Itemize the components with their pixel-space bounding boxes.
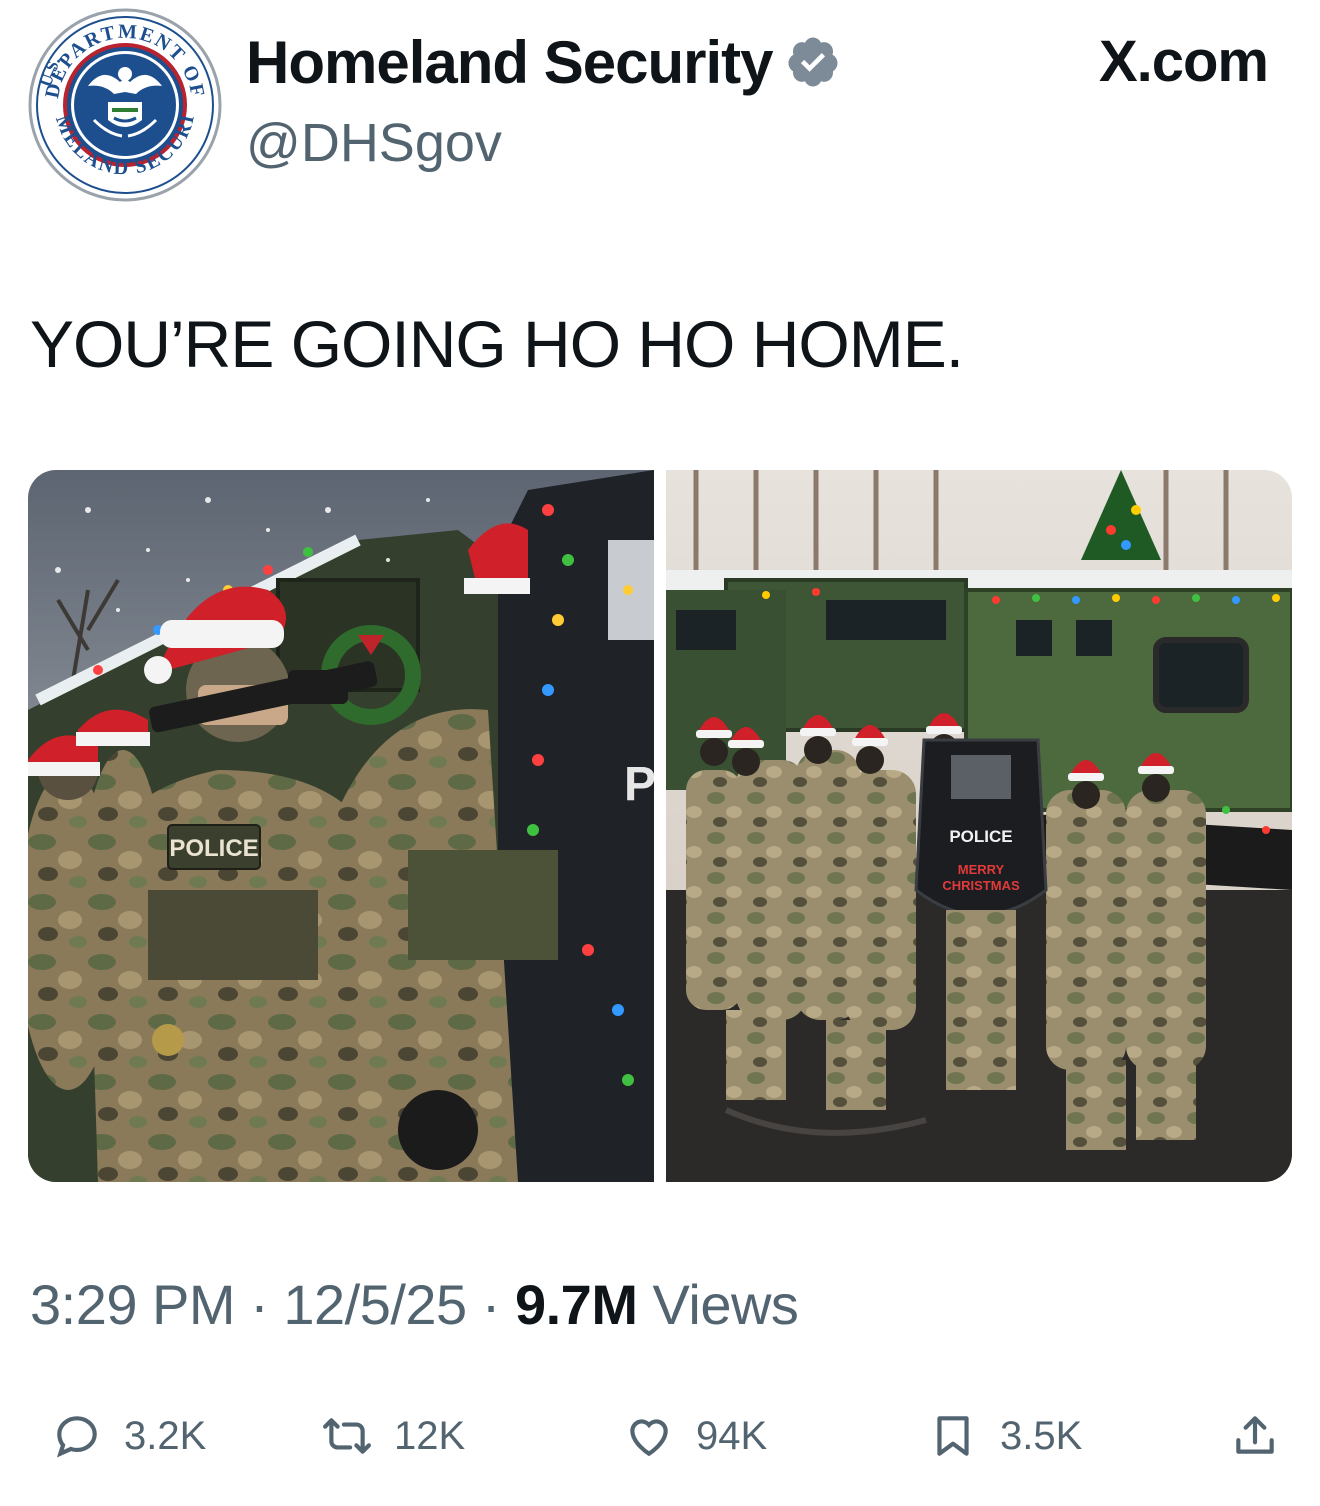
police-patch-text: POLICE bbox=[169, 835, 258, 862]
repost-count: 12K bbox=[394, 1413, 466, 1458]
dhs-seal-logo: DEPARTMENT OF HOMELAND SECURITY U.S. bbox=[19, 0, 222, 202]
bookmark-button[interactable]: 3.5K bbox=[928, 1396, 1082, 1476]
meta-separator: · bbox=[481, 1273, 501, 1336]
media-photo-left[interactable]: P POLICE bbox=[28, 470, 654, 1182]
dhs-seal-avatar[interactable]: DEPARTMENT OF HOMELAND SECURITY U.S. bbox=[19, 0, 222, 202]
shield-christmas-text: CHRISTMAS bbox=[942, 878, 1020, 893]
photo-team-with-armored-vehicles: POLICE MERRY CHRISTMAS bbox=[666, 470, 1292, 1182]
bookmark-icon bbox=[937, 1416, 969, 1456]
tweet-meta-line: 3:29 PM · 12/5/25 · 9.7M Views bbox=[30, 1272, 799, 1337]
reply-button[interactable]: 3.2K bbox=[52, 1396, 206, 1476]
bookmark-count: 3.5K bbox=[1000, 1413, 1083, 1458]
author-handle[interactable]: @DHSgov bbox=[246, 112, 502, 174]
like-count: 94K bbox=[696, 1413, 768, 1458]
x-brand-label: X.com bbox=[1098, 29, 1269, 94]
author-name-row: Homeland Security bbox=[246, 24, 841, 100]
media-photo-right[interactable]: POLICE MERRY CHRISTMAS bbox=[666, 470, 1292, 1182]
tweet-action-bar: 3.2K 12K 94K 3.5K bbox=[0, 1396, 1320, 1476]
shield-merry-text: MERRY bbox=[958, 862, 1005, 877]
tweet-text: YOU’RE GOING HO HO HOME. bbox=[30, 307, 964, 381]
share-icon bbox=[1236, 1416, 1274, 1454]
tweet-date[interactable]: 12/5/25 bbox=[283, 1273, 467, 1336]
tweet-media-grid: P POLICE POLICE MERRY CHRISTMAS bbox=[28, 470, 1292, 1182]
like-icon bbox=[630, 1419, 668, 1457]
reply-icon bbox=[56, 1416, 97, 1458]
reply-count: 3.2K bbox=[124, 1413, 207, 1458]
display-name[interactable]: Homeland Security bbox=[246, 28, 773, 97]
verified-badge-icon bbox=[787, 37, 837, 87]
share-button[interactable] bbox=[1230, 1396, 1302, 1476]
repost-icon bbox=[323, 1418, 371, 1454]
shield-police-text: POLICE bbox=[949, 827, 1012, 846]
like-button[interactable]: 94K bbox=[624, 1396, 767, 1476]
photo-swat-team-santa-hats: P POLICE bbox=[28, 470, 654, 1182]
shield-letter: P bbox=[624, 758, 654, 811]
repost-button[interactable]: 12K bbox=[322, 1396, 465, 1476]
meta-separator: · bbox=[250, 1273, 269, 1336]
views-count[interactable]: 9.7M bbox=[515, 1273, 638, 1336]
tweet-time[interactable]: 3:29 PM bbox=[30, 1273, 236, 1336]
views-label: Views bbox=[652, 1273, 799, 1336]
